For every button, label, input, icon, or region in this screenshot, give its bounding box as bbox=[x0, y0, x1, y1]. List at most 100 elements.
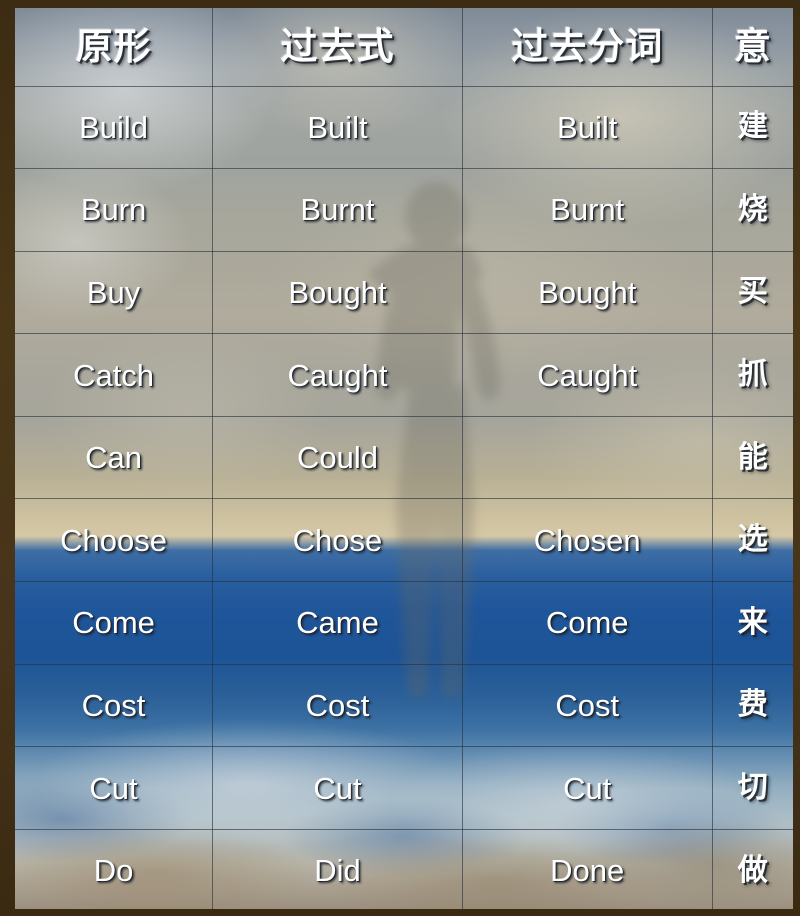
cell-past: Caught bbox=[212, 333, 463, 417]
verb-participle: Burnt bbox=[550, 192, 625, 228]
verb-participle: Done bbox=[550, 853, 625, 889]
cell-participle: Cut bbox=[461, 746, 713, 830]
verb-base: Build bbox=[79, 109, 149, 145]
verb-base: Choose bbox=[60, 522, 167, 558]
cell-participle: Cost bbox=[461, 663, 713, 748]
cell-participle: Burnt bbox=[461, 168, 713, 252]
cell-base: Burn bbox=[15, 168, 214, 252]
cell-participle: Caught bbox=[461, 333, 713, 417]
verb-meaning: 做 bbox=[737, 852, 768, 888]
table-row: Choose Chose Chosen 选 bbox=[15, 498, 793, 583]
cell-past: Built bbox=[212, 85, 463, 170]
cell-past: Burnt bbox=[212, 168, 463, 252]
table-row: Cut Cut Cut 切 bbox=[15, 746, 793, 830]
verb-participle: Caught bbox=[537, 357, 638, 393]
column-header-meaning-label: 意 bbox=[733, 25, 772, 69]
cell-base: Buy bbox=[15, 250, 214, 335]
verb-past: Could bbox=[296, 440, 378, 476]
verb-past: Chose bbox=[292, 522, 383, 558]
verb-participle: Built bbox=[557, 109, 618, 145]
column-header-participle: 过去分词 bbox=[461, 8, 713, 87]
verb-past: Cost bbox=[305, 687, 370, 723]
verb-past: Burnt bbox=[300, 192, 375, 228]
verb-past: Cut bbox=[313, 770, 362, 806]
verb-meaning: 建 bbox=[737, 109, 768, 145]
verb-meaning: 买 bbox=[737, 274, 768, 310]
column-header-participle-label: 过去分词 bbox=[511, 25, 664, 69]
cell-base: Cost bbox=[15, 663, 214, 748]
verb-participle: Cut bbox=[563, 770, 612, 806]
verb-meaning: 烧 bbox=[737, 191, 768, 227]
cell-participle: Built bbox=[461, 85, 713, 170]
cell-past: Cost bbox=[212, 663, 463, 748]
verb-base: Come bbox=[72, 605, 155, 641]
irregular-verbs-table: 原形 过去式 过去分词 意 Build Built Built 建 Burn B… bbox=[15, 8, 793, 909]
cell-base: Catch bbox=[15, 333, 214, 417]
cell-meaning: 抓 bbox=[711, 333, 793, 417]
verb-base: Buy bbox=[86, 274, 141, 310]
column-header-past-label: 过去式 bbox=[280, 25, 395, 69]
photo-frame: 原形 过去式 过去分词 意 Build Built Built 建 Burn B… bbox=[0, 0, 800, 916]
table-row: Burn Burnt Burnt 烧 bbox=[15, 168, 793, 252]
verb-meaning: 能 bbox=[737, 439, 768, 475]
cell-past: Could bbox=[212, 415, 463, 500]
table-row: Do Did Done 做 bbox=[15, 828, 793, 909]
cell-past: Bought bbox=[212, 250, 463, 335]
verb-meaning: 抓 bbox=[737, 357, 768, 393]
cell-meaning: 费 bbox=[711, 663, 793, 748]
verb-participle: Come bbox=[545, 605, 629, 641]
background-photo: 原形 过去式 过去分词 意 Build Built Built 建 Burn B… bbox=[15, 8, 793, 909]
cell-base: Choose bbox=[15, 498, 214, 583]
table-row: Can Could 能 bbox=[15, 415, 793, 500]
verb-base: Catch bbox=[73, 357, 155, 393]
cell-past: Cut bbox=[212, 746, 463, 830]
verb-participle: Cost bbox=[555, 687, 620, 723]
table-row: Catch Caught Caught 抓 bbox=[15, 333, 793, 417]
verb-past: Built bbox=[307, 109, 368, 145]
cell-participle: Chosen bbox=[461, 498, 713, 583]
column-header-base: 原形 bbox=[15, 8, 214, 87]
verb-meaning: 费 bbox=[737, 687, 768, 723]
cell-participle bbox=[461, 415, 713, 500]
verb-base: Burn bbox=[80, 192, 147, 228]
cell-base: Build bbox=[15, 85, 214, 170]
cell-past: Came bbox=[212, 581, 463, 665]
cell-participle: Done bbox=[461, 828, 713, 909]
cell-participle: Come bbox=[461, 581, 713, 665]
cell-meaning: 买 bbox=[711, 250, 793, 335]
cell-meaning: 烧 bbox=[711, 168, 793, 252]
verb-participle: Chosen bbox=[533, 522, 641, 558]
verb-base: Cut bbox=[89, 770, 138, 806]
column-header-meaning: 意 bbox=[711, 8, 793, 87]
verb-base: Do bbox=[93, 853, 134, 889]
cell-meaning: 选 bbox=[711, 498, 793, 583]
cell-past: Chose bbox=[212, 498, 463, 583]
cell-base: Can bbox=[15, 415, 214, 500]
column-header-past: 过去式 bbox=[212, 8, 463, 87]
cell-base: Cut bbox=[15, 746, 214, 830]
cell-meaning: 能 bbox=[711, 415, 793, 500]
verb-base: Cost bbox=[81, 687, 146, 723]
cell-base: Come bbox=[15, 581, 214, 665]
cell-past: Did bbox=[212, 828, 463, 909]
table-header-row: 原形 过去式 过去分词 意 bbox=[15, 8, 793, 87]
verb-past: Did bbox=[314, 853, 361, 889]
cell-base: Do bbox=[15, 828, 214, 909]
verb-past: Caught bbox=[287, 357, 388, 393]
verb-participle: Bought bbox=[538, 274, 637, 310]
cell-meaning: 来 bbox=[711, 581, 793, 665]
verb-meaning: 切 bbox=[737, 770, 768, 806]
table-row: Come Came Come 来 bbox=[15, 581, 793, 665]
table-row: Cost Cost Cost 费 bbox=[15, 663, 793, 748]
cell-meaning: 做 bbox=[711, 828, 793, 909]
cell-meaning: 建 bbox=[711, 85, 793, 170]
table-row: Build Built Built 建 bbox=[15, 85, 793, 170]
cell-meaning: 切 bbox=[711, 746, 793, 830]
verb-meaning: 选 bbox=[737, 522, 768, 558]
verb-base: Can bbox=[85, 440, 142, 476]
verb-past: Came bbox=[296, 605, 379, 641]
verb-past: Bought bbox=[288, 274, 387, 310]
verb-meaning: 来 bbox=[737, 604, 768, 640]
table-row: Buy Bought Bought 买 bbox=[15, 250, 793, 335]
cell-participle: Bought bbox=[461, 250, 713, 335]
